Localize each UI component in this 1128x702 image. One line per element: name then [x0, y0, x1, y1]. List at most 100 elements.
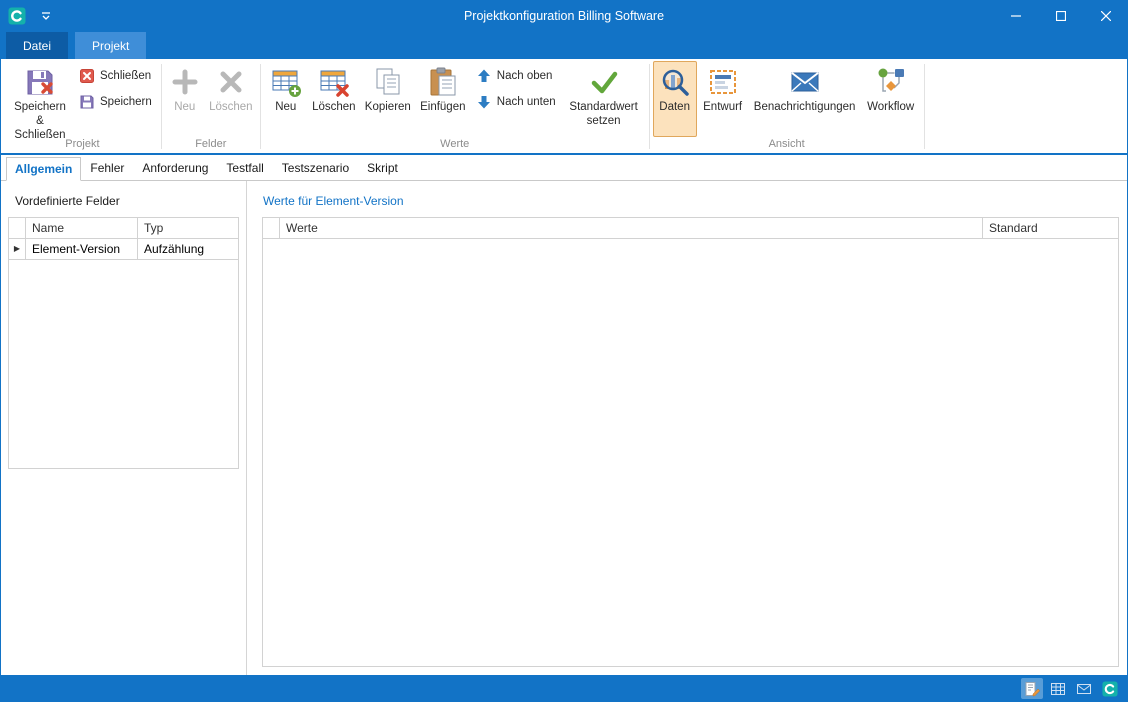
values-panel: Werte für Element-Version Werte Standard — [247, 181, 1127, 675]
column-header-werte[interactable]: Werte — [280, 218, 983, 238]
save-and-close-button[interactable]: Speichern & Schließen — [7, 61, 73, 137]
button-label: Neu — [275, 101, 296, 115]
table-add-icon — [270, 66, 302, 98]
data-view-button[interactable]: Daten — [653, 61, 697, 137]
status-mail-button[interactable] — [1073, 678, 1095, 699]
fields-panel-title: Vordefinierte Felder — [15, 194, 239, 208]
group-caption-felder: Felder — [165, 137, 257, 153]
group-separator — [260, 64, 261, 149]
values-grid-body — [263, 239, 1118, 666]
maximize-button[interactable] — [1038, 0, 1083, 32]
edit-data-icon — [1024, 681, 1040, 697]
column-header-name[interactable]: Name — [26, 218, 138, 238]
group-caption-ansicht: Ansicht — [653, 137, 921, 153]
paste-button[interactable]: Einfügen — [416, 61, 470, 137]
copy-icon — [372, 66, 404, 98]
data-view-icon — [659, 66, 691, 98]
tab-testfall[interactable]: Testfall — [217, 156, 272, 180]
row-indicator: ▶ — [9, 239, 26, 259]
row-indicator-header — [263, 218, 280, 238]
button-label: Einfügen — [420, 101, 465, 115]
button-label: Nach oben — [497, 70, 553, 82]
button-label: Nach unten — [497, 96, 556, 108]
cell-typ[interactable]: Aufzählung — [138, 239, 238, 259]
delete-icon — [215, 66, 247, 98]
table-delete-icon — [318, 66, 350, 98]
cell-name[interactable]: Element-Version — [26, 239, 138, 259]
ribbon-tab-projekt[interactable]: Projekt — [75, 32, 146, 59]
c-logo-icon — [1102, 681, 1118, 697]
arrow-up-icon — [476, 68, 492, 84]
tab-fehler[interactable]: Fehler — [81, 156, 133, 180]
ribbon: Speichern & Schließen Schließen Speicher… — [1, 59, 1127, 155]
check-icon — [588, 66, 620, 98]
grid-icon — [1050, 681, 1066, 697]
new-value-button[interactable]: Neu — [264, 61, 308, 137]
app-window: Projektkonfiguration Billing Software Da… — [0, 0, 1128, 702]
view-tabstrip: Allgemein Fehler Anforderung Testfall Te… — [1, 155, 1127, 181]
delete-value-button[interactable]: Löschen — [308, 61, 360, 137]
window-title: Projektkonfiguration Billing Software — [0, 9, 1128, 23]
button-label: Schließen — [100, 70, 151, 82]
main-area: Vordefinierte Felder Name Typ ▶ Element-… — [1, 181, 1127, 675]
design-view-button[interactable]: Entwurf — [697, 61, 749, 137]
button-label: Workflow — [867, 101, 914, 115]
status-edit-data-button[interactable] — [1021, 678, 1043, 699]
group-caption-werte: Werte — [264, 137, 646, 153]
tab-allgemein[interactable]: Allgemein — [6, 157, 81, 181]
column-header-standard[interactable]: Standard — [983, 218, 1118, 238]
design-view-icon — [707, 66, 739, 98]
button-label: Löschen — [209, 101, 252, 115]
button-label: Daten — [659, 101, 690, 115]
ribbon-group-projekt: Speichern & Schließen Schließen Speicher… — [5, 60, 160, 153]
save-project-button[interactable]: Speichern — [73, 91, 158, 113]
tab-anforderung[interactable]: Anforderung — [133, 156, 217, 180]
group-separator — [924, 64, 925, 149]
arrow-down-icon — [476, 94, 492, 110]
statusbar — [0, 675, 1128, 702]
ribbon-tab-datei[interactable]: Datei — [6, 32, 68, 59]
ribbon-group-ansicht: Daten Entwurf Benachrichtigungen Workflo… — [651, 60, 923, 153]
app-logo-icon[interactable] — [8, 7, 26, 25]
group-caption-projekt: Projekt — [7, 137, 158, 153]
copy-button[interactable]: Kopieren — [360, 61, 416, 137]
values-grid: Werte Standard — [262, 217, 1119, 667]
workflow-icon — [875, 66, 907, 98]
table-row[interactable]: ▶ Element-Version Aufzählung — [9, 239, 238, 260]
new-field-button[interactable]: Neu — [165, 61, 205, 137]
close-red-icon — [79, 68, 95, 84]
column-header-typ[interactable]: Typ — [138, 218, 238, 238]
chevron-down-icon[interactable] — [40, 10, 52, 22]
move-up-button[interactable]: Nach oben — [470, 65, 562, 87]
status-app-logo-button[interactable] — [1099, 678, 1121, 699]
tab-testszenario[interactable]: Testszenario — [273, 156, 358, 180]
delete-field-button[interactable]: Löschen — [205, 61, 257, 137]
tab-skript[interactable]: Skript — [358, 156, 407, 180]
move-down-button[interactable]: Nach unten — [470, 91, 562, 113]
status-grid-button[interactable] — [1047, 678, 1069, 699]
close-button[interactable] — [1083, 0, 1128, 32]
window-frame: Speichern & Schließen Schließen Speicher… — [0, 59, 1128, 675]
save-icon — [79, 94, 95, 110]
ribbon-group-werte: Neu Löschen Kopieren Einfügen — [262, 60, 648, 153]
save-close-icon — [24, 66, 56, 98]
window-controls — [993, 0, 1128, 32]
workflow-button[interactable]: Workflow — [861, 61, 921, 137]
values-grid-header: Werte Standard — [263, 218, 1118, 239]
button-label: Neu — [174, 101, 195, 115]
add-icon — [169, 66, 201, 98]
set-default-button[interactable]: Standardwert setzen — [562, 61, 646, 137]
notifications-button[interactable]: Benachrichtigungen — [749, 61, 861, 137]
button-label: Benachrichtigungen — [754, 101, 856, 115]
button-label: Speichern — [100, 96, 152, 108]
fields-grid-header: Name Typ — [9, 218, 238, 239]
notifications-icon — [789, 66, 821, 98]
paste-icon — [427, 66, 459, 98]
close-project-button[interactable]: Schließen — [73, 65, 158, 87]
titlebar: Projektkonfiguration Billing Software — [0, 0, 1128, 32]
mail-icon — [1076, 681, 1092, 697]
button-label: Löschen — [312, 101, 355, 115]
fields-panel: Vordefinierte Felder Name Typ ▶ Element-… — [1, 181, 247, 675]
fields-grid: Name Typ ▶ Element-Version Aufzählung — [8, 217, 239, 469]
minimize-button[interactable] — [993, 0, 1038, 32]
